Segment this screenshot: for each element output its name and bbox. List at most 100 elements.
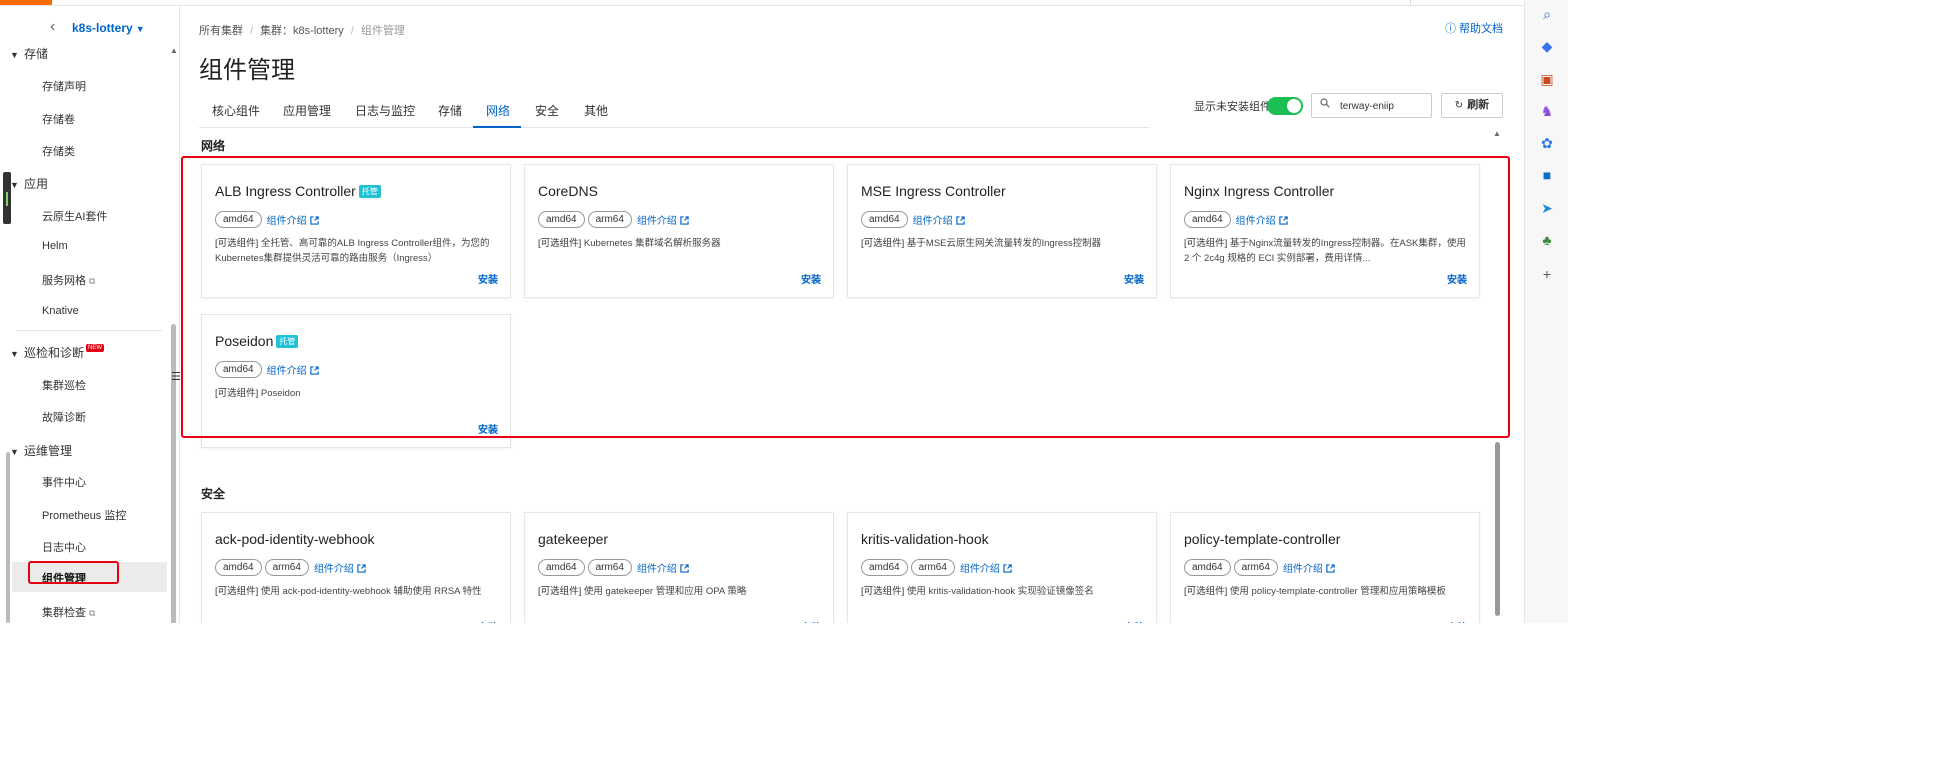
sidebar-group-toggle[interactable]: ▼ 运维管理	[10, 442, 72, 459]
addon-description: [可选组件] 使用 ack-pod-identity-webhook 辅助使用 …	[215, 584, 500, 599]
refresh-icon: ↻	[1454, 100, 1464, 111]
sidebar-scrollbar[interactable]	[171, 324, 176, 623]
sidebar-group-toggle[interactable]: ▼ 应用	[10, 175, 48, 192]
sidebar-item-storageclass[interactable]: 存储类	[42, 143, 75, 159]
plus-icon[interactable]: +	[1538, 265, 1556, 283]
addon-desc-text: 使用 kritis-validation-hook 实现验证镜像签名	[906, 586, 1094, 597]
optional-tag: [可选组件]	[861, 586, 905, 597]
outlook-icon[interactable]: ■	[1538, 166, 1556, 184]
section-title-network: 网络	[201, 139, 226, 153]
card-title: policy-template-controller	[1184, 531, 1340, 547]
app-window: ‹ k8s-lottery ▼ ▲ ▼ 存储 存储声明 存储卷 存储类 ▼ 应用 云原…	[0, 0, 1568, 623]
tree-icon[interactable]: ♣	[1538, 231, 1556, 249]
left-scrollbar[interactable]	[6, 452, 10, 623]
sidebar-header: ‹ k8s-lottery ▼	[0, 12, 179, 40]
refresh-button[interactable]: ↻ 刷新	[1441, 93, 1503, 118]
sidebar-group-label: 巡检和诊断	[24, 346, 85, 360]
refresh-label: 刷新	[1467, 99, 1490, 111]
addon-desc-text: 使用 gatekeeper 管理和应用 OPA 策略	[583, 586, 747, 597]
install-button[interactable]: 安装	[1124, 619, 1144, 623]
addon-intro-link[interactable]: 组件介绍	[637, 564, 689, 575]
back-icon[interactable]: ‹	[50, 18, 55, 36]
search-input[interactable]	[1340, 98, 1428, 114]
addon-intro-link[interactable]: 组件介绍	[1283, 564, 1335, 575]
gear-app-icon[interactable]: ✿	[1538, 134, 1556, 152]
search-box[interactable]	[1311, 93, 1432, 118]
external-link-icon: ⧉	[89, 276, 96, 286]
tab-storage[interactable]: 存储	[438, 102, 462, 119]
tab-core[interactable]: 核心组件	[212, 102, 260, 119]
breadcrumb-item[interactable]: 集群：k8s-lottery	[260, 25, 344, 37]
sidebar-item-events[interactable]: 事件中心	[42, 474, 86, 490]
install-button[interactable]: 安装	[1447, 619, 1467, 623]
sidebar-item-cluster-inspection[interactable]: 集群巡检	[42, 377, 86, 393]
tab-app-management[interactable]: 应用管理	[283, 102, 331, 119]
sidebar-item-cluster-check[interactable]: 集群检查 ⧉	[42, 604, 95, 620]
card-title: kritis-validation-hook	[861, 531, 989, 547]
addon-card-ack-pod-identity-webhook: ack-pod-identity-webhook amd64 arm64 组件介绍 …	[201, 512, 511, 623]
external-link-icon	[1326, 564, 1335, 573]
brand-logo[interactable]	[0, 0, 52, 5]
arch-tag: amd64	[1184, 559, 1231, 576]
sidebar-group-toggle[interactable]: ▼ 巡检和诊断 NEW	[10, 344, 105, 361]
tab-security[interactable]: 安全	[535, 102, 559, 119]
search-icon[interactable]: ⌕	[1538, 5, 1556, 23]
addon-intro-link[interactable]: 组件介绍	[960, 564, 1012, 575]
sidebar-group-toggle[interactable]: ▼ 存储	[10, 45, 48, 62]
sidebar-group-label: 存储	[24, 47, 49, 61]
sidebar-item-knative[interactable]: Knative	[42, 305, 79, 317]
card-tags: amd64 arm64 组件介绍	[861, 559, 1012, 576]
addon-name: gatekeeper	[538, 531, 609, 547]
sidebar-item-pvc[interactable]: 存储声明	[42, 78, 86, 94]
sidebar-item-logs[interactable]: 日志中心	[42, 539, 86, 555]
sidebar-item-helm[interactable]: Helm	[42, 240, 68, 252]
external-link-icon: ⧉	[89, 608, 96, 618]
addon-name: ack-pod-identity-webhook	[215, 531, 375, 547]
install-button[interactable]: 安装	[801, 619, 821, 623]
show-uninstalled-toggle[interactable]	[1267, 97, 1303, 115]
sidebar-item-label: 集群检查	[42, 607, 86, 619]
sidebar-scroll-up-icon[interactable]: ▲	[170, 46, 178, 55]
sidebar-item-ai-suite[interactable]: 云原生AI套件	[42, 208, 107, 224]
addon-intro-link[interactable]: 组件介绍	[314, 564, 366, 575]
tab-logging-monitoring[interactable]: 日志与监控	[355, 102, 415, 119]
optional-tag: [可选组件]	[215, 586, 259, 597]
tab-network[interactable]: 网络	[486, 102, 510, 119]
addon-description: [可选组件] 使用 policy-template-controller 管理和…	[1184, 584, 1469, 599]
external-link-icon	[1003, 564, 1012, 573]
chess-icon[interactable]: ♞	[1538, 102, 1556, 120]
briefcase-icon[interactable]: ▣	[1538, 70, 1556, 88]
new-badge: NEW	[86, 344, 105, 352]
main-scrollbar[interactable]	[1495, 442, 1500, 616]
external-link-icon	[357, 564, 366, 573]
main-content: 所有集群 / 集群：k8s-lottery / 组件管理 ⓘ 帮助文档 组件管理 核心组…	[181, 6, 1523, 623]
tag-icon[interactable]: ◆	[1538, 37, 1556, 55]
main-scroll-up-icon[interactable]: ▲	[1493, 129, 1501, 138]
sidebar-item-service-mesh[interactable]: 服务网格 ⧉	[42, 272, 95, 288]
sidebar-item-label: 服务网格	[42, 275, 86, 287]
sidebar-collapse-icon[interactable]: ☰	[171, 370, 181, 386]
addon-intro-label: 组件介绍	[959, 564, 1000, 575]
sidebar-item-diagnosis[interactable]: 故障诊断	[42, 409, 86, 425]
arch-tag: amd64	[538, 559, 585, 576]
install-button[interactable]: 安装	[478, 619, 498, 623]
browser-side-rail: ⌕ ◆ ▣ ♞ ✿ ■ ➤ ♣ +	[1524, 0, 1568, 623]
breadcrumb: 所有集群 / 集群：k8s-lottery / 组件管理	[199, 25, 405, 37]
help-docs-link[interactable]: ⓘ 帮助文档	[1445, 20, 1503, 36]
arch-tag: amd64	[215, 559, 262, 576]
tab-other[interactable]: 其他	[584, 102, 608, 119]
optional-tag: [可选组件]	[1184, 586, 1228, 597]
cluster-name: k8s-lottery	[72, 21, 133, 35]
sidebar-item-pv[interactable]: 存储卷	[42, 111, 75, 127]
breadcrumb-item[interactable]: 所有集群	[199, 25, 243, 37]
send-icon[interactable]: ➤	[1538, 199, 1556, 217]
sidebar-group-label: 应用	[24, 177, 49, 191]
page-title: 组件管理	[199, 57, 295, 84]
caret-down-icon: ▼	[10, 180, 19, 190]
sidebar-item-prometheus[interactable]: Prometheus 监控	[42, 507, 126, 523]
cluster-selector[interactable]: k8s-lottery ▼	[72, 21, 145, 35]
external-link-icon	[680, 564, 689, 573]
addon-description: [可选组件] 使用 gatekeeper 管理和应用 OPA 策略	[538, 584, 823, 599]
addon-intro-label: 组件介绍	[636, 564, 677, 575]
window-side-handle[interactable]	[3, 172, 11, 224]
